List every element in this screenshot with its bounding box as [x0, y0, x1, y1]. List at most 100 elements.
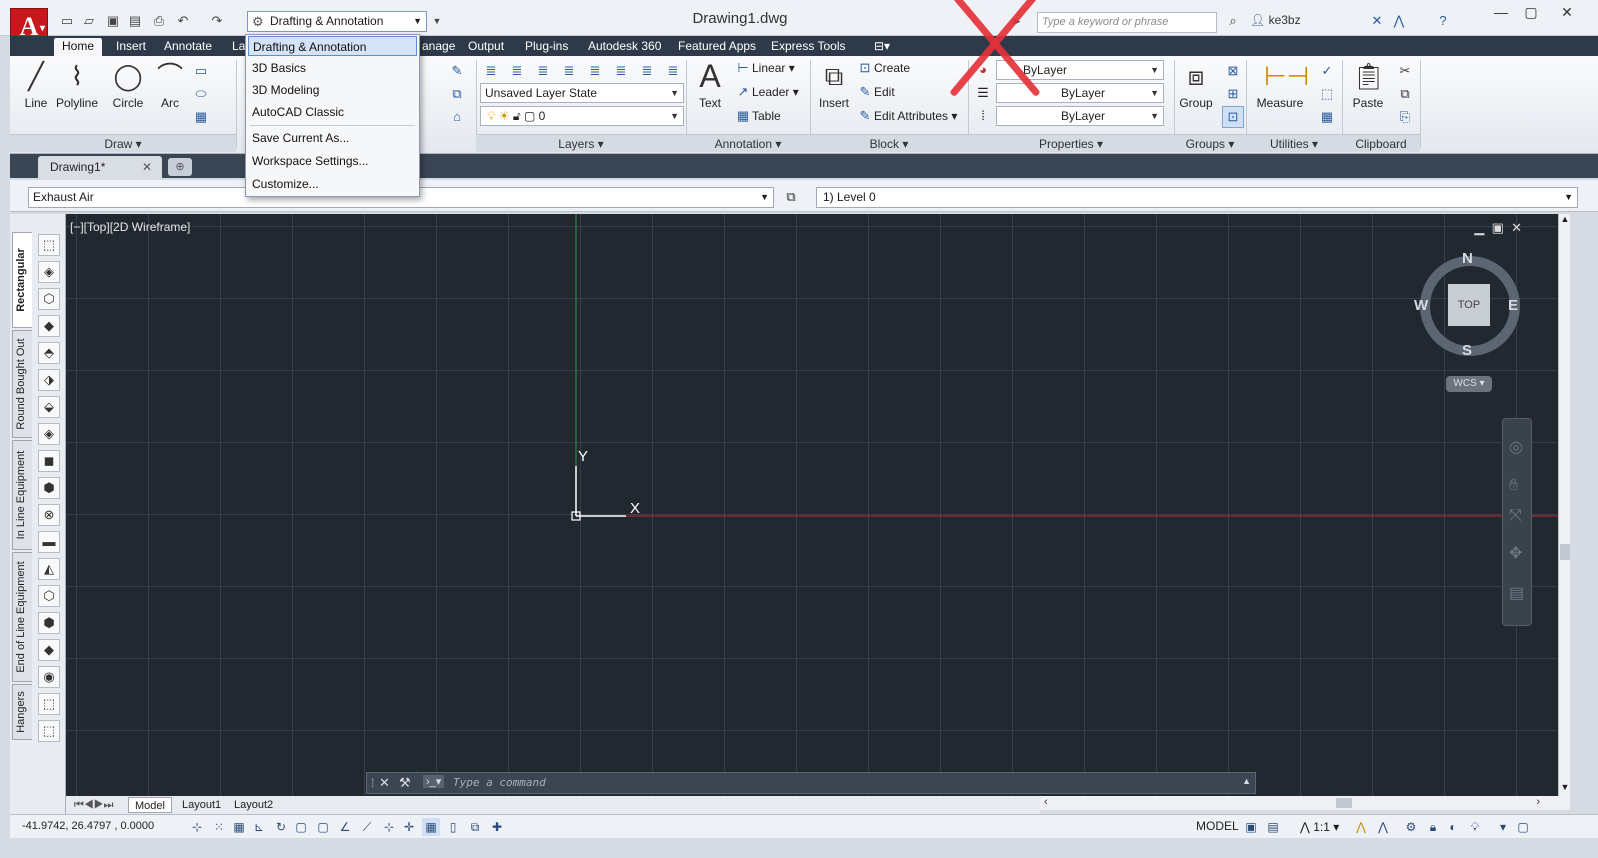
- transparency-toggle-icon[interactable]: ▦: [422, 818, 440, 836]
- vertical-scrollbar[interactable]: ▲ ▼: [1558, 214, 1570, 796]
- circle-button[interactable]: ◯ Circle: [106, 60, 150, 110]
- lineweight-combo[interactable]: ByLayer ▼: [996, 106, 1164, 126]
- command-input[interactable]: Type a command: [453, 776, 546, 789]
- tab-output[interactable]: Output: [460, 38, 512, 56]
- workspace-combo[interactable]: ⚙ Drafting & Annotation ▼: [247, 11, 427, 32]
- lineweight-toggle-icon[interactable]: ✛: [400, 818, 418, 836]
- drawing-canvas[interactable]: [−][Top][2D Wireframe] ▁ ▣ ✕ Y X: [66, 214, 1558, 796]
- maximize-button[interactable]: ▢: [1516, 4, 1546, 24]
- exchange-icon[interactable]: ✕: [1368, 13, 1386, 29]
- fan-icon[interactable]: ⬢: [38, 477, 60, 499]
- pan-icon[interactable]: ✋︎: [1509, 477, 1518, 495]
- select-all-icon[interactable]: ⬚: [1316, 83, 1338, 105]
- quick-select-icon[interactable]: ✓: [1316, 60, 1338, 82]
- palette-tab-in-line-equipment[interactable]: In Line Equipment: [12, 440, 32, 550]
- tab-plug-ins[interactable]: Plug-ins: [517, 38, 576, 56]
- selection-cycling-icon[interactable]: ⧉: [466, 818, 484, 836]
- close-icon[interactable]: ✕: [379, 775, 390, 791]
- duct-shoe-icon[interactable]: ⬙: [38, 396, 60, 418]
- match-properties-icon[interactable]: ⎘: [1394, 106, 1416, 128]
- a360-icon[interactable]: ⋀: [1390, 13, 1408, 29]
- model-space-button[interactable]: MODEL: [1196, 819, 1239, 833]
- paste-button[interactable]: 📋︎ Paste: [1346, 60, 1390, 110]
- copy-icon[interactable]: ⧉: [1394, 83, 1416, 105]
- duct-cap-icon[interactable]: ◈: [38, 423, 60, 445]
- menu-item-3d-basics[interactable]: 3D Basics: [248, 58, 417, 78]
- steering-wheel-icon[interactable]: ◎: [1509, 437, 1523, 457]
- user-account[interactable]: 👤︎ ke3bz: [1250, 13, 1301, 27]
- filter-icon[interactable]: ⊗: [38, 504, 60, 526]
- tab-annotate[interactable]: Annotate: [156, 38, 220, 56]
- panel-title-properties[interactable]: Properties ▾: [968, 134, 1174, 152]
- horizontal-scrollbar[interactable]: ‹ ›: [1040, 796, 1570, 810]
- menu-item-save-current-as[interactable]: Save Current As...: [248, 128, 417, 148]
- cowl-icon[interactable]: ◉: [38, 666, 60, 688]
- compass-north[interactable]: N: [1462, 250, 1473, 267]
- command-history-icon[interactable]: ▲: [1242, 776, 1251, 786]
- tab-express-tools[interactable]: Express Tools: [763, 38, 853, 56]
- orbit-icon[interactable]: ✥: [1509, 543, 1522, 563]
- annotation-scale[interactable]: ⋀ 1:1 ▾: [1300, 820, 1339, 834]
- grid-display-icon[interactable]: ▦: [230, 818, 248, 836]
- transparency-icon[interactable]: ⁞: [972, 105, 994, 127]
- tab-autodesk-360[interactable]: Autodesk 360: [580, 38, 669, 56]
- object-snap-tracking-icon[interactable]: ∠: [336, 818, 354, 836]
- layer-iso-icon[interactable]: ≣: [532, 60, 554, 82]
- hanger-bracket-icon[interactable]: ⬚: [38, 720, 60, 742]
- duct-offset-icon[interactable]: ⬘: [38, 342, 60, 364]
- cursor-coordinates[interactable]: -41.9742, 26.4797 , 0.0000: [22, 820, 154, 832]
- zoom-icon[interactable]: ⤧: [1509, 507, 1522, 525]
- duct-bend-icon[interactable]: ◈: [38, 261, 60, 283]
- menu-item-3d-modeling[interactable]: 3D Modeling: [248, 80, 417, 100]
- hatch-icon[interactable]: ▦: [190, 106, 212, 128]
- create-block-button[interactable]: ⊡ Create: [856, 58, 910, 78]
- panel-title-block[interactable]: Block ▾: [810, 134, 968, 152]
- hardware-acceleration-icon[interactable]: ◐: [1444, 818, 1462, 836]
- save-icon[interactable]: ▣: [104, 13, 122, 29]
- edit-attributes-button[interactable]: ✎ Edit Attributes ▾: [856, 106, 958, 126]
- duct-branch-icon[interactable]: ⬗: [38, 369, 60, 391]
- showmotion-icon[interactable]: ▤: [1509, 583, 1524, 603]
- 3d-osnap-icon[interactable]: ▢: [314, 818, 332, 836]
- menu-item-workspace-settings[interactable]: Workspace Settings...: [248, 151, 417, 171]
- quick-view-layouts-icon[interactable]: ▣: [1242, 818, 1260, 836]
- palette-tab-end-of-line-equipment[interactable]: End of Line Equipment: [12, 552, 32, 682]
- close-icon[interactable]: ✕: [142, 156, 152, 178]
- close-button[interactable]: ✕: [1552, 4, 1582, 24]
- level-combo[interactable]: 1) Level 0 ▼: [816, 187, 1578, 208]
- layer-off-icon[interactable]: ≣: [558, 60, 580, 82]
- layer-combo[interactable]: 💡︎ ☀ 🔓︎ ▢ 0 ▼: [480, 106, 684, 126]
- brush-icon[interactable]: ✎: [446, 60, 468, 82]
- panel-title-utilities[interactable]: Utilities ▾: [1246, 134, 1342, 152]
- rectangle-icon[interactable]: ▭: [190, 60, 212, 82]
- save-as-icon[interactable]: ▤: [126, 13, 144, 29]
- duct-reducer-icon[interactable]: ◆: [38, 315, 60, 337]
- tab-featured-apps[interactable]: Featured Apps: [670, 38, 764, 56]
- grille-icon[interactable]: ◭: [38, 558, 60, 580]
- panel-title-layers[interactable]: Layers ▾: [476, 134, 686, 152]
- compass-east[interactable]: E: [1508, 297, 1518, 314]
- lock-ui-icon[interactable]: 🔒︎: [1424, 818, 1442, 836]
- group-button[interactable]: ⧈ Group: [1176, 60, 1216, 110]
- lineweight-icon[interactable]: ☰: [972, 82, 994, 104]
- line-button[interactable]: ╱ Line: [16, 60, 56, 110]
- diffuser-icon[interactable]: ⬡: [38, 585, 60, 607]
- arc-button[interactable]: ⌒ Arc: [152, 60, 188, 110]
- scroll-up-icon[interactable]: ▲: [1559, 214, 1571, 224]
- ribbon-toggle-icon[interactable]: ⊟▾: [866, 38, 898, 56]
- new-drawing-tab-button[interactable]: ⊕: [168, 158, 192, 176]
- stretch-icon[interactable]: ⌂: [446, 106, 468, 128]
- linetype-combo[interactable]: ByLayer ▼: [996, 83, 1164, 103]
- duct-tool-icon[interactable]: ⬚: [38, 234, 60, 256]
- status-menu-icon[interactable]: ▾: [1494, 818, 1512, 836]
- undo-icon[interactable]: ↶: [174, 13, 192, 29]
- recent-commands-icon[interactable]: ›_▾: [423, 775, 445, 788]
- panel-title-annotation[interactable]: Annotation ▾: [686, 134, 810, 152]
- annotation-visibility-icon[interactable]: ⋀: [1352, 818, 1370, 836]
- layer-freeze-icon[interactable]: ≣: [584, 60, 606, 82]
- plot-icon[interactable]: ⎙: [150, 13, 168, 29]
- silencer-icon[interactable]: ▬: [38, 531, 60, 553]
- ungroup-icon[interactable]: ⊠: [1222, 60, 1244, 82]
- layout-tab-layout2[interactable]: Layout2: [228, 797, 279, 813]
- polar-tracking-icon[interactable]: ↻: [272, 818, 290, 836]
